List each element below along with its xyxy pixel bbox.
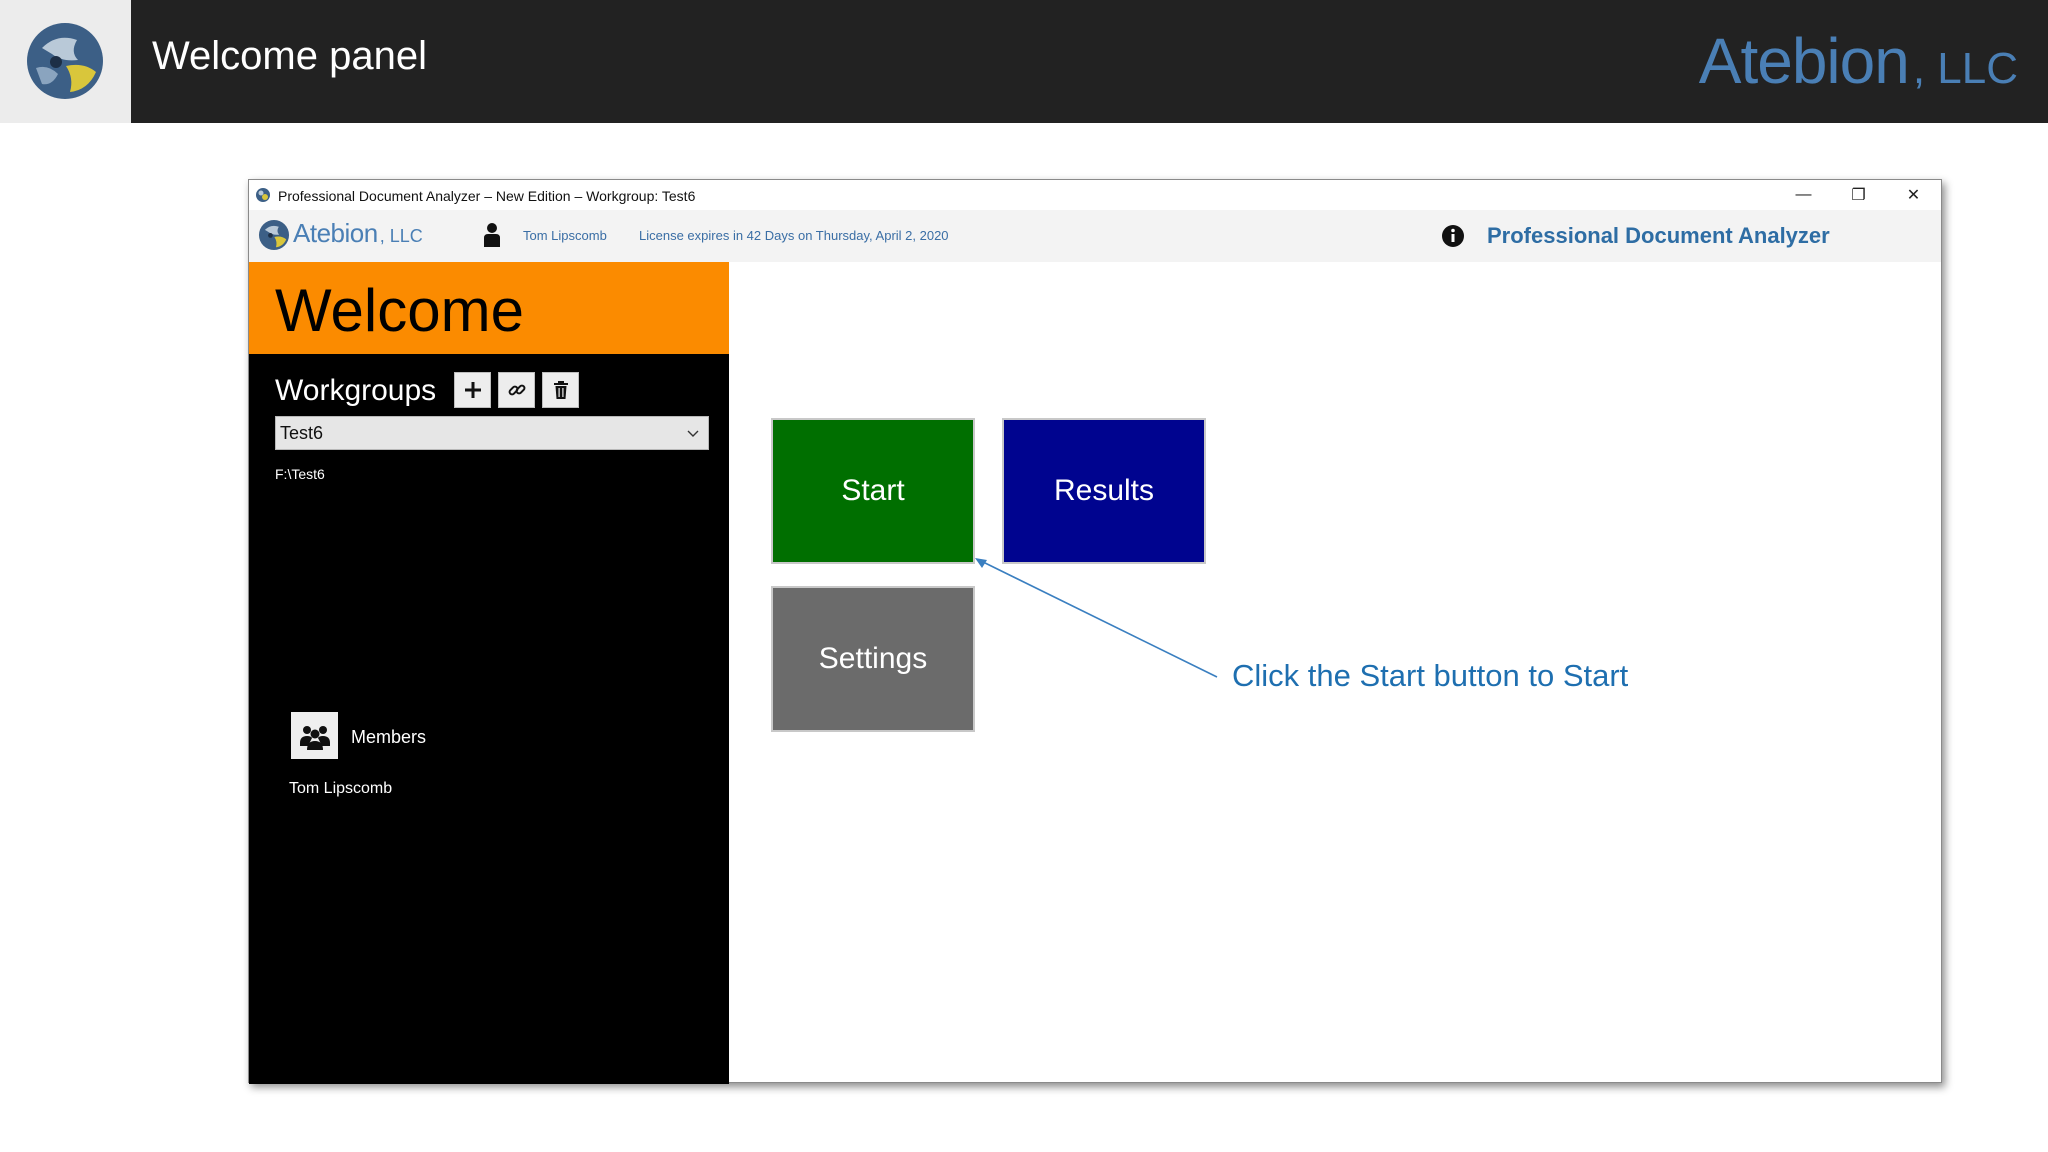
user-icon[interactable] [481, 222, 503, 248]
minimize-button[interactable]: — [1776, 180, 1831, 210]
slide-logo [0, 0, 131, 123]
brand-name: Atebion [1698, 25, 1910, 97]
link-workgroup-button[interactable] [498, 372, 535, 408]
workgroup-select-value: Test6 [280, 423, 324, 443]
left-panel: Welcome Workgroups Test6 F:\Test6 Member… [249, 262, 729, 1084]
annotation-callout: Click the Start button to Start [1232, 658, 1629, 693]
welcome-banner: Welcome [249, 262, 729, 354]
window-titlebar[interactable]: Professional Document Analyzer – New Edi… [249, 180, 1941, 210]
settings-button[interactable]: Settings [771, 586, 975, 732]
member-item: Tom Lipscomb [289, 780, 393, 797]
info-icon[interactable] [1441, 224, 1465, 248]
chevron-down-icon [687, 430, 699, 437]
app-window: Professional Document Analyzer – New Edi… [248, 179, 1942, 1084]
brand-logo: Atebion , LLC [1699, 24, 2018, 97]
members-icon [299, 725, 330, 750]
close-button[interactable]: ✕ [1886, 180, 1941, 210]
members-button[interactable] [291, 712, 338, 759]
app-icon [256, 188, 270, 202]
toolbar-logo: Atebion , LLC [257, 218, 423, 252]
toolbar-brand-suffix: , LLC [379, 226, 423, 246]
welcome-title: Welcome [275, 277, 524, 344]
slide-title: Welcome panel [152, 34, 427, 78]
start-button[interactable]: Start [771, 418, 975, 564]
current-user[interactable]: Tom Lipscomb [523, 228, 607, 243]
trash-icon [553, 381, 568, 399]
license-status: License expires in 42 Days on Thursday, … [639, 228, 949, 243]
workgroup-select[interactable]: Test6 [275, 416, 709, 450]
results-button[interactable]: Results [1002, 418, 1206, 564]
slide-header: Welcome panel Atebion , LLC [0, 0, 2048, 123]
plus-icon [464, 382, 481, 398]
app-toolbar: Atebion , LLC Tom Lipscomb License expir… [249, 210, 1941, 262]
brand-suffix: , LLC [1912, 44, 2018, 93]
window-title: Professional Document Analyzer – New Edi… [278, 188, 696, 204]
workgroups-label: Workgroups [275, 374, 437, 407]
delete-workgroup-button[interactable] [542, 372, 579, 408]
product-name: Professional Document Analyzer [1487, 223, 1830, 248]
members-label: Members [351, 727, 427, 747]
link-icon [508, 384, 525, 396]
add-workgroup-button[interactable] [454, 372, 491, 408]
maximize-button[interactable]: ❐ [1831, 180, 1886, 210]
atebion-logo-icon [258, 219, 290, 251]
toolbar-brand-name: Atebion [293, 218, 378, 248]
workgroup-path: F:\Test6 [275, 466, 325, 482]
atebion-logo-icon [27, 23, 103, 99]
